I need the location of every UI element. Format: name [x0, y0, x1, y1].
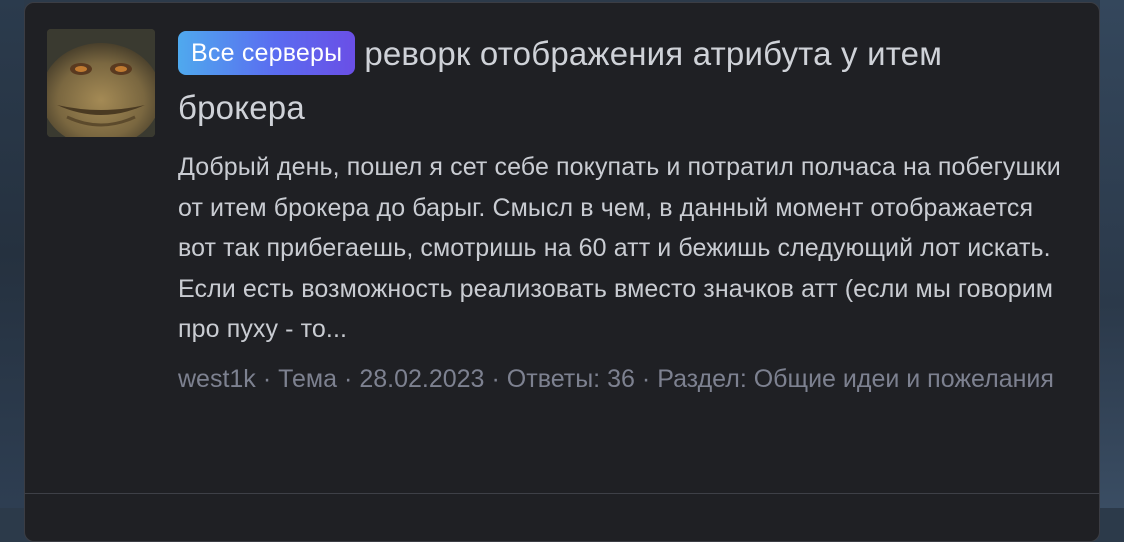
server-badge[interactable]: Все серверы [178, 31, 356, 75]
thread-title-block[interactable]: Все серверы реворк отображения атрибута у… [178, 27, 1078, 135]
author-link[interactable]: west1k [178, 365, 256, 393]
meta-separator: · [641, 364, 651, 393]
meta-separator: · [344, 364, 353, 393]
user-avatar[interactable] [47, 29, 155, 137]
thread-meta: west1k · Тема · 28.02.2023 · Ответы: 36 · Раздел… [178, 359, 1078, 399]
meta-separator: · [491, 364, 500, 393]
page-background-right [1100, 0, 1124, 508]
meta-separator: · [262, 364, 272, 393]
thread-section[interactable]: Раздел: Общие идеи и пожелания [657, 365, 1054, 393]
thread-type: Тема [278, 364, 338, 393]
page-background-left [0, 0, 24, 508]
result-divider [24, 493, 1100, 494]
thread-snippet: Добрый день, пошел я сет себе покупать и… [178, 153, 1061, 343]
thread-date: 28.02.2023 [359, 364, 485, 393]
thread-replies: Ответы: 36 [506, 364, 635, 393]
avatar-image [47, 29, 155, 137]
result-content: Все серверы реворк отображения атрибута у… [178, 27, 1078, 399]
